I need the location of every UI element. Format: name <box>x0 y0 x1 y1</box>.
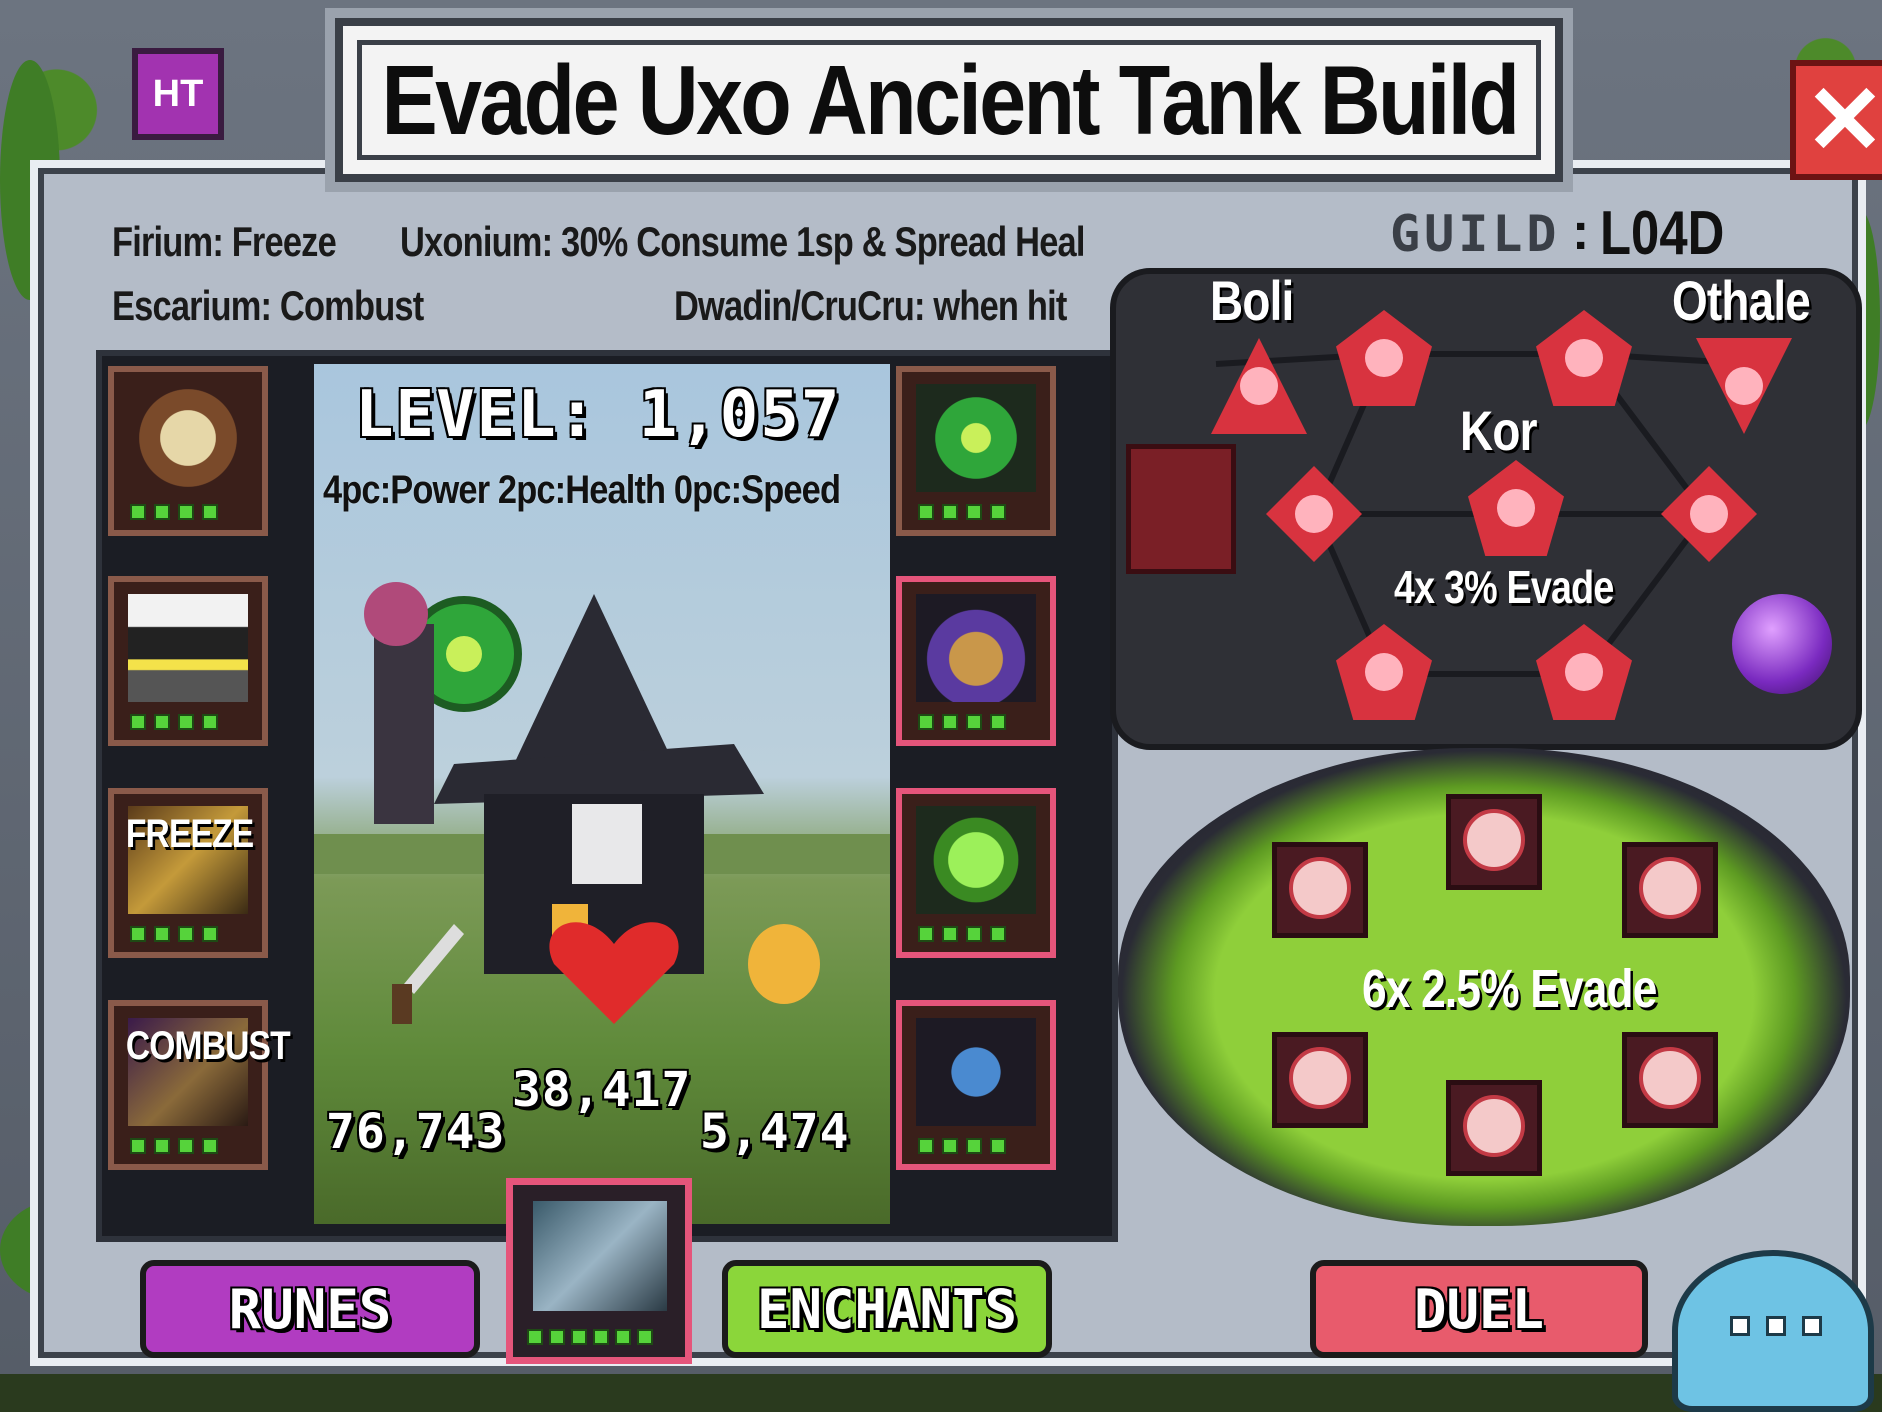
equipment-slot-amulet[interactable] <box>108 366 268 536</box>
enchants-button[interactable]: ENCHANTS <box>722 1260 1052 1358</box>
rune-bonus: 4x 3% Evade <box>1394 561 1614 613</box>
health-stat: 38,417 <box>512 1062 692 1118</box>
equipment-slot-orb[interactable] <box>896 366 1056 536</box>
hooded-face-icon <box>916 594 1036 702</box>
guild-separator: : <box>1572 203 1590 261</box>
close-button[interactable]: ✕ <box>1790 60 1882 180</box>
guild-label: GUILD <box>1390 205 1561 263</box>
title-plate: Evade Uxo Ancient Tank Build <box>335 18 1563 182</box>
pet-slot[interactable] <box>506 1178 692 1364</box>
knight-icon <box>916 1018 1036 1126</box>
equipment-slot-freeze[interactable]: FREEZE <box>108 788 268 958</box>
skull-enchant-slot[interactable] <box>1446 794 1542 890</box>
slot-label-freeze: FREEZE <box>125 812 254 856</box>
rune-label-kor: Kor <box>1460 399 1537 462</box>
guild-name[interactable]: L04D <box>1600 198 1724 269</box>
skull-enchant-slot[interactable] <box>1272 842 1368 938</box>
duel-button[interactable]: DUEL <box>1310 1260 1648 1358</box>
runes-button[interactable]: RUNES <box>140 1260 480 1358</box>
green-ring-icon <box>916 806 1036 914</box>
close-icon: ✕ <box>1804 67 1882 174</box>
equipment-slot-combust[interactable]: COMBUST <box>108 1000 291 1170</box>
cannon-icon <box>533 1201 667 1311</box>
page-title: Evade Uxo Ancient Tank Build <box>381 44 1520 155</box>
skull-enchant-slot[interactable] <box>1446 1080 1542 1176</box>
equipment-slot-knight[interactable] <box>896 1000 1056 1170</box>
speed-stat: 5,474 <box>700 1104 850 1160</box>
rune-board <box>1110 268 1862 750</box>
skull-enchant-slot[interactable] <box>1622 842 1718 938</box>
equipment-slot-ring[interactable] <box>896 788 1056 958</box>
armor-icon <box>128 594 248 702</box>
info-firium: Firium: Freeze <box>112 218 337 265</box>
spellbook-icon <box>1126 444 1236 574</box>
green-orb-icon <box>916 384 1036 492</box>
attack-stat: 76,743 <box>326 1104 506 1160</box>
info-dwadin: Dwadin/CruCru: when hit <box>674 282 1067 329</box>
set-bonus: 4pc:Power 2pc:Health 0pc:Speed <box>323 468 841 512</box>
slot-label-combust: COMBUST <box>125 1024 291 1068</box>
equipment-slot-armor[interactable] <box>108 576 268 746</box>
info-escarium: Escarium: Combust <box>112 282 424 329</box>
purple-orb-icon <box>1732 594 1832 694</box>
level-display: LEVEL: 1,057 <box>355 378 842 452</box>
skull-enchant-slot[interactable] <box>1622 1032 1718 1128</box>
info-uxonium: Uxonium: 30% Consume 1sp & Spread Heal <box>400 218 1085 265</box>
equipment-slot-hood[interactable] <box>896 576 1056 746</box>
rune-label-boli: Boli <box>1210 269 1294 332</box>
ht-badge[interactable]: HT <box>132 48 224 140</box>
cauldron-bonus: 6x 2.5% Evade <box>1362 959 1657 1019</box>
rune-label-othale: Othale <box>1672 269 1811 332</box>
skull-enchant-slot[interactable] <box>1272 1032 1368 1128</box>
skull-amulet-icon <box>128 384 248 492</box>
pet-mascot-icon[interactable] <box>1672 1250 1874 1412</box>
